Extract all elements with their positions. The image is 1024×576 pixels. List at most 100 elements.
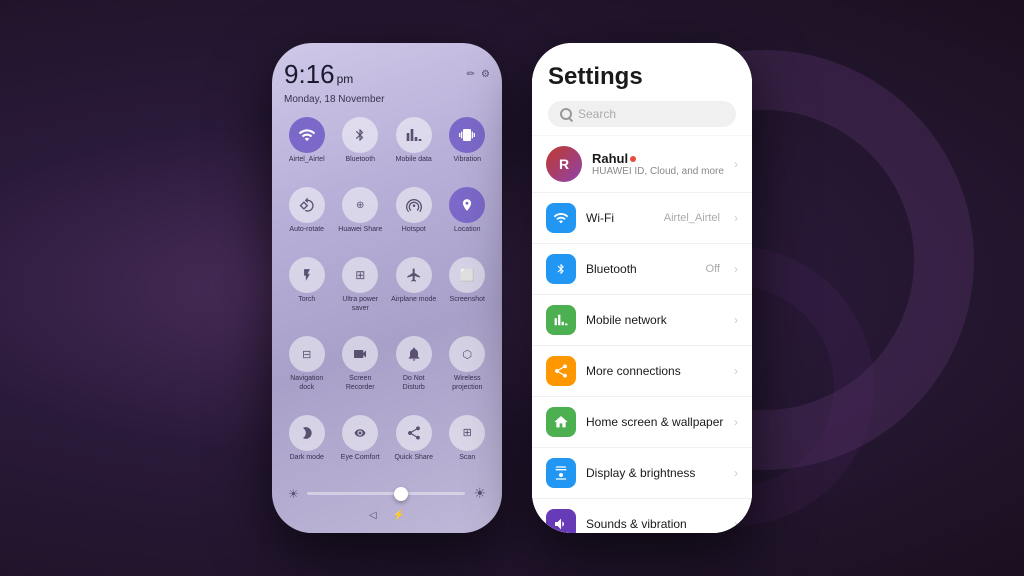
airplane-label: Airplane mode (391, 296, 436, 304)
mobile-settings-icon (546, 305, 576, 335)
qs-torch[interactable]: Torch (284, 257, 330, 328)
location-label: Location (454, 226, 480, 234)
location-icon (449, 187, 485, 223)
profile-row[interactable]: R Rahul HUAWEI ID, Cloud, and more › (532, 136, 752, 193)
screen-recorder-label: Screen Recorder (338, 375, 384, 392)
settings-item-display[interactable]: Display & brightness › (532, 448, 752, 499)
wifi-settings-value: Airtel_Airtel (664, 212, 720, 224)
bt-settings-label: Bluetooth (586, 262, 696, 276)
edit-icon: ✏ (467, 69, 475, 80)
left-phone: 9:16pm ✏ ⚙ Monday, 18 November Airtel_Ai… (272, 43, 502, 533)
hotspot-label: Hotspot (402, 226, 426, 234)
date-display: Monday, 18 November (284, 94, 490, 105)
bluetooth-icon (342, 117, 378, 153)
search-icon (560, 108, 572, 120)
search-bar[interactable]: Search (548, 101, 736, 127)
bt-settings-value: Off (706, 263, 720, 275)
dark-mode-icon (289, 415, 325, 451)
dnd-label: Do Not Disturb (391, 375, 437, 392)
ultra-power-label: Ultra power saver (338, 296, 384, 313)
screenshot-label: Screenshot (450, 296, 485, 304)
right-phone: Settings Search R Rahul HUAWEI ID, Cloud (532, 43, 752, 533)
settings-item-home[interactable]: Home screen & wallpaper › (532, 397, 752, 448)
qs-screen-recorder[interactable]: Screen Recorder (338, 336, 384, 407)
hotspot-icon (396, 187, 432, 223)
qs-scan[interactable]: ⊞ Scan (445, 415, 491, 477)
qs-mobile-data[interactable]: Mobile data (391, 117, 437, 179)
settings-item-wifi[interactable]: Wi-Fi Airtel_Airtel › (532, 193, 752, 244)
qs-hotspot[interactable]: Hotspot (391, 187, 437, 249)
qs-quick-share[interactable]: Quick Share (391, 415, 437, 477)
vibration-label: Vibration (453, 156, 481, 164)
auto-rotate-label: Auto-rotate (289, 226, 324, 234)
qs-wifi[interactable]: Airtel_Airtel (284, 117, 330, 179)
settings-icon: ⚙ (481, 69, 490, 80)
torch-icon (289, 257, 325, 293)
avatar: R (546, 146, 582, 182)
gesture-home-icon: ⚡ (393, 510, 405, 521)
qs-location[interactable]: Location (445, 187, 491, 249)
more-conn-settings-icon (546, 356, 576, 386)
wireless-proj-icon: ⬡ (449, 336, 485, 372)
settings-item-sounds[interactable]: Sounds & vibration › (532, 499, 752, 533)
more-conn-label: More connections (586, 364, 724, 378)
signal-icon (396, 117, 432, 153)
mobile-data-label: Mobile data (396, 156, 432, 164)
screenshot-icon: ⬜ (449, 257, 485, 293)
time: 9:16pm (284, 59, 353, 89)
sounds-chevron: › (734, 517, 738, 531)
qs-airplane[interactable]: Airplane mode (391, 257, 437, 328)
record-icon (342, 336, 378, 372)
profile-chevron: › (734, 157, 738, 171)
display-label: Display & brightness (586, 466, 724, 480)
qs-auto-rotate[interactable]: Auto-rotate (284, 187, 330, 249)
wifi-settings-icon (546, 203, 576, 233)
settings-panel: Settings Search R Rahul HUAWEI ID, Cloud (532, 43, 752, 533)
home-label: Home screen & wallpaper (586, 415, 724, 429)
settings-item-bluetooth[interactable]: Bluetooth Off › (532, 244, 752, 295)
online-dot (630, 156, 636, 162)
bt-label: Bluetooth (345, 156, 375, 164)
gesture-left-icon: ◁ (369, 510, 377, 521)
brightness-min-icon: ☀ (288, 487, 299, 501)
settings-title: Settings (548, 63, 736, 91)
brightness-slider[interactable] (307, 492, 466, 495)
airplane-icon (396, 257, 432, 293)
qs-wireless-proj[interactable]: ⬡ Wireless projection (445, 336, 491, 407)
qs-nav-dock[interactable]: ⊟ Navigation dock (284, 336, 330, 407)
wifi-settings-label: Wi-Fi (586, 211, 654, 225)
quick-settings-grid: Airtel_Airtel Bluetooth Mobile data (284, 117, 490, 477)
notification-panel: 9:16pm ✏ ⚙ Monday, 18 November Airtel_Ai… (272, 43, 502, 533)
settings-list: R Rahul HUAWEI ID, Cloud, and more › (532, 136, 752, 533)
display-chevron: › (734, 466, 738, 480)
qs-dark-mode[interactable]: Dark mode (284, 415, 330, 477)
scan-label: Scan (459, 454, 475, 462)
dark-mode-label: Dark mode (290, 454, 324, 462)
qs-bluetooth[interactable]: Bluetooth (338, 117, 384, 179)
settings-item-more-connections[interactable]: More connections › (532, 346, 752, 397)
quick-share-label: Quick Share (394, 454, 433, 462)
wireless-proj-label: Wireless projection (445, 375, 491, 392)
status-icons: ✏ ⚙ (467, 69, 490, 80)
brightness-thumb[interactable] (394, 487, 408, 501)
home-settings-icon (546, 407, 576, 437)
search-placeholder: Search (578, 107, 616, 121)
qs-screenshot[interactable]: ⬜ Screenshot (445, 257, 491, 328)
profile-info: Rahul HUAWEI ID, Cloud, and more (592, 151, 724, 177)
qs-dnd[interactable]: Do Not Disturb (391, 336, 437, 407)
settings-item-mobile[interactable]: Mobile network › (532, 295, 752, 346)
qs-eye-comfort[interactable]: Eye Comfort (338, 415, 384, 477)
wifi-label: Airtel_Airtel (289, 156, 325, 164)
qs-huawei-share[interactable]: ⊕ Huawei Share (338, 187, 384, 249)
qs-vibration[interactable]: Vibration (445, 117, 491, 179)
mobile-chevron: › (734, 313, 738, 327)
bt-chevron: › (734, 262, 738, 276)
wifi-chevron: › (734, 211, 738, 225)
wifi-icon (289, 117, 325, 153)
more-conn-chevron: › (734, 364, 738, 378)
qs-ultra-power[interactable]: ⊞ Ultra power saver (338, 257, 384, 328)
settings-header: Settings Search (532, 43, 752, 135)
bt-settings-icon (546, 254, 576, 284)
eye-comfort-icon (342, 415, 378, 451)
power-icon: ⊞ (342, 257, 378, 293)
